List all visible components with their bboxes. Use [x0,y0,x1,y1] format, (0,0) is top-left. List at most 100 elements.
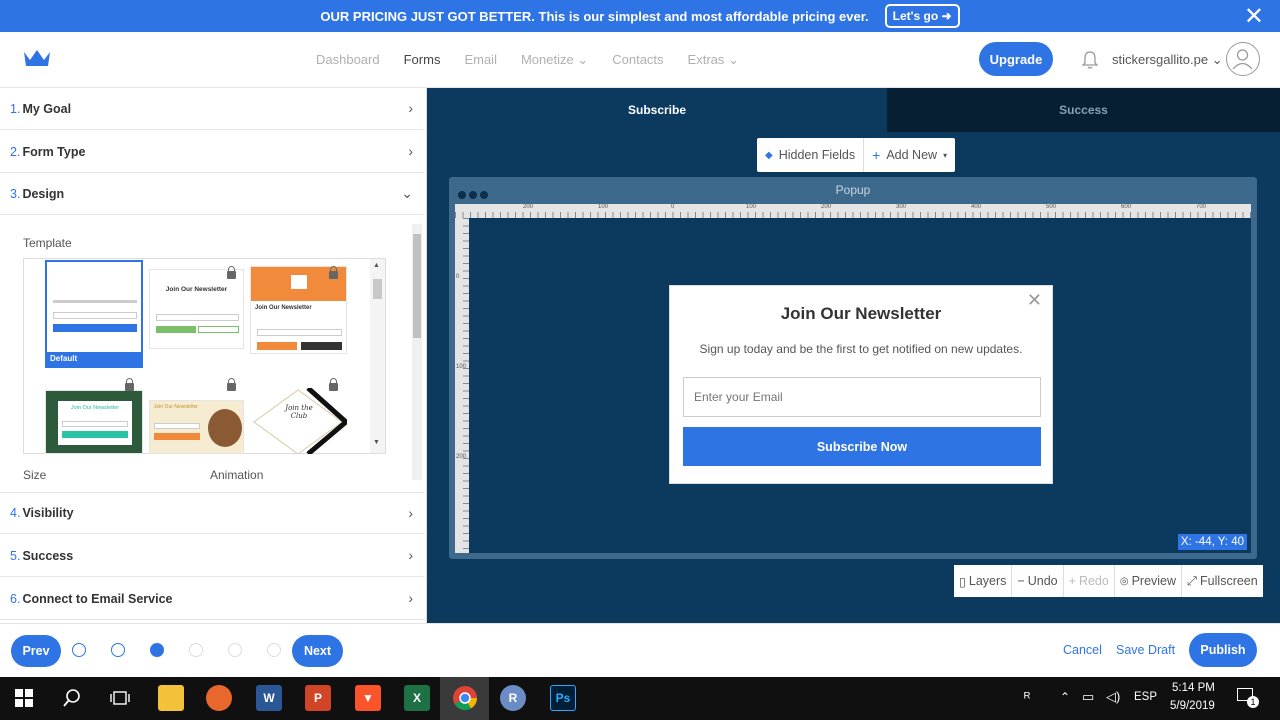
bell-icon[interactable] [1082,50,1098,70]
windows-start-icon[interactable] [15,689,33,707]
horizontal-ruler: 200 100 0 100 200 300 400 500 600 700 [455,204,1251,218]
step-label: Connect to Email Service [22,591,173,606]
lets-go-button[interactable]: Let's go ➜ [884,4,960,28]
design-section: Template Default Join Our Newsletter Joi… [0,216,425,492]
canvas-title: Popup [835,183,871,197]
step-connect-email[interactable]: 6. Connect to Email Service › [0,578,425,620]
user-menu[interactable]: stickersgallito.pe ⌄ [1112,52,1223,68]
subscribe-now-button[interactable]: Subscribe Now [683,427,1041,466]
fullscreen-label: Fullscreen [1200,574,1258,588]
template-title: Join Our Newsletter [70,405,120,411]
progress-dot[interactable] [72,643,86,657]
nav-dashboard[interactable]: Dashboard [316,52,380,68]
avatar[interactable] [1226,42,1260,76]
template-default[interactable]: Default [45,260,143,368]
step-success[interactable]: 5. Success › [0,535,425,577]
step-number: 3. [10,186,21,201]
add-new-button[interactable]: + Add New ▾ [864,138,955,172]
chevron-up-icon[interactable]: ⌃ [1060,690,1070,704]
publish-button[interactable]: Publish [1189,633,1257,667]
redo-button[interactable]: + Redo [1064,565,1115,597]
crown-logo-icon[interactable] [22,48,52,70]
wizard-footer: Prev Next Cancel Save Draft Publish [0,623,1280,677]
powerpoint-icon[interactable]: P [305,685,331,711]
network-icon[interactable]: ▭ [1082,689,1094,705]
preview-button[interactable]: ◎ Preview [1115,565,1183,597]
excel-icon[interactable]: X [404,685,430,711]
clock-date[interactable]: 5/9/2019 [1170,700,1215,712]
gallery-scrollbar[interactable]: ▲ ▼ [370,259,385,453]
chevron-right-icon: › [408,505,413,521]
prev-button[interactable]: Prev [11,635,61,667]
step-label: Visibility [22,506,74,520]
design-scrollbar[interactable] [412,224,422,480]
ruler-label: 500 [1046,204,1057,210]
template-card[interactable]: Join Our Newsletter [149,269,244,349]
step-form-type[interactable]: 2. Form Type › [0,131,425,173]
nav-monetize[interactable]: Monetize ⌄ [521,52,588,68]
notification-center-icon[interactable]: 1 [1237,688,1259,708]
r-app-icon[interactable]: R [500,685,526,711]
progress-dot[interactable] [111,643,125,657]
clock-time[interactable]: 5:14 PM [1172,682,1215,694]
step-label: Form Type [22,144,86,159]
lock-icon [329,266,338,279]
tab-success[interactable]: Success [887,88,1280,132]
upgrade-button[interactable]: Upgrade [979,42,1053,76]
word-icon[interactable]: W [256,685,282,711]
nav-contacts[interactable]: Contacts [612,52,663,68]
save-draft-link[interactable]: Save Draft [1116,643,1175,657]
top-nav: Dashboard Forms Email Monetize ⌄ Contact… [0,32,1280,88]
newsletter-popup[interactable]: ✕ Join Our Newsletter Sign up today and … [669,285,1053,484]
ruler-label: 600 [1121,204,1132,210]
template-card[interactable]: Join the Club [250,388,347,454]
nav-extras[interactable]: Extras ⌄ [688,52,739,68]
nav-email[interactable]: Email [464,52,497,68]
undo-button[interactable]: − Undo [1012,565,1064,597]
brave-icon[interactable]: ▼ [355,685,381,711]
file-explorer-icon[interactable] [158,685,184,711]
progress-dot[interactable] [228,643,242,657]
diamond-icon: ◆ [765,149,773,161]
progress-dot[interactable] [189,643,203,657]
template-card[interactable]: Join Our Newsletter [250,266,347,354]
ruler-label: 100 [456,364,467,370]
tab-subscribe[interactable]: Subscribe [427,88,887,132]
layers-button[interactable]: ▯ Layers [954,565,1013,597]
nav-forms[interactable]: Forms [404,52,441,68]
chrome-icon [453,686,477,711]
progress-dot[interactable] [267,643,281,657]
fullscreen-button[interactable]: ⤢ Fullscreen [1182,565,1263,597]
firefox-icon[interactable] [206,685,232,711]
hidden-fields-button[interactable]: ◆ Hidden Fields [757,138,865,172]
vertical-ruler: 0 100 200 [455,218,469,553]
volume-icon[interactable]: ◁) [1106,689,1120,705]
banner-close-icon[interactable]: ✕ [1244,2,1264,31]
step-design[interactable]: 3. Design ⌄ [0,173,425,215]
step-my-goal[interactable]: 1. My Goal › [0,88,425,130]
chrome-taskbar-active[interactable] [440,677,489,720]
chevron-right-icon: › [408,547,413,563]
windows-taskbar: W P ▼ X R Ps ᴿ ⌃ ▭ ◁) ESP 5:14 PM 5/9/20… [0,677,1280,720]
popup-title[interactable]: Join Our Newsletter [670,304,1052,324]
size-label: Size [23,468,47,482]
progress-dot-current[interactable] [150,643,164,657]
scrollbar-thumb[interactable] [413,234,421,338]
people-icon[interactable]: ᴿ [1024,689,1030,705]
ruler-label: 700 [1196,204,1207,210]
step-visibility[interactable]: 4. Visibility › [0,492,425,534]
email-field[interactable] [683,377,1041,417]
popup-subtitle[interactable]: Sign up today and be the first to get no… [670,342,1052,356]
photoshop-icon[interactable]: Ps [550,685,576,711]
template-card[interactable]: Join Our Newsletter [45,390,143,454]
ruler-ticks [455,204,1251,218]
language-indicator[interactable]: ESP [1134,691,1157,703]
template-card[interactable]: Join Our Newsletter [149,400,244,454]
step-number: 5. [10,548,21,563]
next-button[interactable]: Next [292,635,343,667]
search-icon[interactable] [62,688,82,708]
task-view-icon[interactable] [110,689,130,707]
cancel-link[interactable]: Cancel [1063,643,1102,657]
form-editor: Subscribe Success ◆ Hidden Fields + Add … [427,88,1280,623]
lock-icon [227,378,236,391]
